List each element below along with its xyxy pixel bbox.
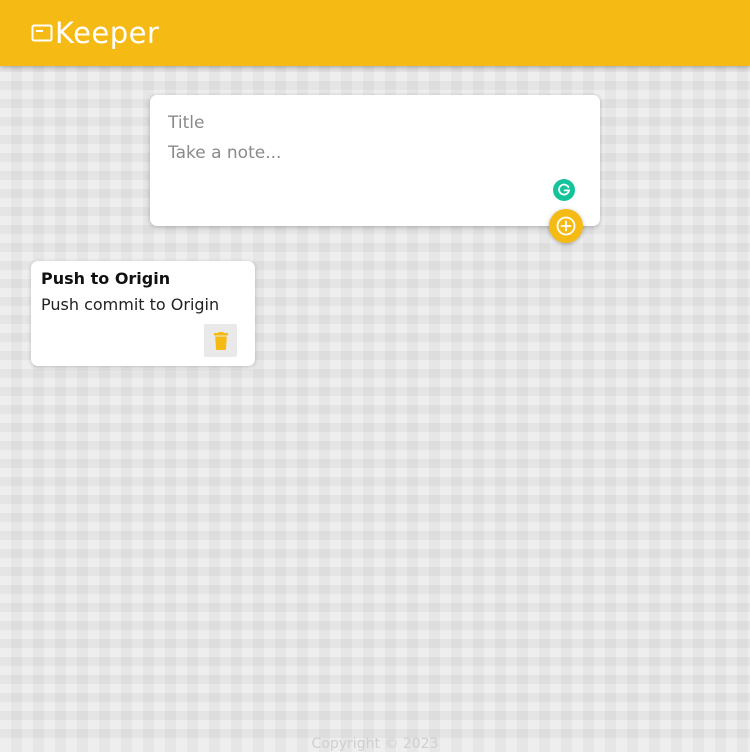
- note-title-input[interactable]: [168, 113, 568, 133]
- delete-note-button[interactable]: [204, 324, 237, 357]
- note-content-input[interactable]: [168, 143, 568, 163]
- note-icon: [31, 22, 53, 44]
- add-circle-icon: [555, 215, 577, 237]
- brand: Keeper: [31, 14, 159, 52]
- footer: Copyright © 2023: [0, 736, 750, 752]
- app-title: Keeper: [55, 16, 160, 50]
- app-header: Keeper: [0, 0, 750, 66]
- create-note-form: [150, 95, 600, 226]
- note-title: Push to Origin: [41, 269, 171, 288]
- note-card: Push to Origin Push commit to Origin: [31, 261, 255, 366]
- trash-icon: [213, 331, 228, 350]
- note-content: Push commit to Origin: [41, 295, 220, 314]
- grammarly-icon[interactable]: [553, 179, 575, 201]
- copyright-text: Copyright © 2023: [311, 736, 439, 752]
- add-note-button[interactable]: [549, 209, 583, 243]
